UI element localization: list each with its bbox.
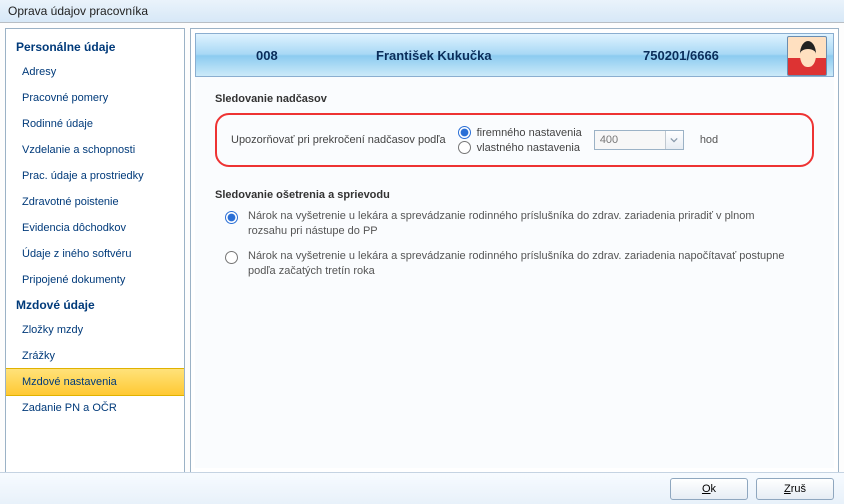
ok-button[interactable]: Ok [670,478,748,500]
care-radio-thirds-label: Nárok na vyšetrenie u lekára a sprevádza… [248,249,785,279]
sidebar-item[interactable]: Údaje z iného softvéru [6,241,184,267]
avatar [787,36,827,76]
overtime-hours-input[interactable] [595,131,665,149]
ok-button-rest: k [711,483,717,495]
cancel-button-mnemonic: Z [784,483,791,495]
cancel-button-rest: ruš [791,483,806,495]
sidebar-item[interactable]: Prac. údaje a prostriedky [6,163,184,189]
overtime-radio-company[interactable]: firemného nastavenia [458,126,582,139]
employee-code: 008 [256,48,336,63]
overtime-radio-custom-input[interactable] [458,141,471,154]
cancel-button[interactable]: Zruš [756,478,834,500]
sidebar-header-personal: Personálne údaje [6,35,184,59]
overtime-radio-custom-label: vlastného nastavenia [477,142,580,154]
sidebar-item[interactable]: Zdravotné poistenie [6,189,184,215]
overtime-hours-combo[interactable] [594,130,684,150]
sidebar: Personálne údaje AdresyPracovné pomeryRo… [5,28,185,473]
overtime-highlight-frame: Upozorňovať pri prekročení nadčasov podľ… [215,113,814,167]
overtime-label: Upozorňovať pri prekročení nadčasov podľ… [231,134,446,146]
group-overtime-title: Sledovanie nadčasov [215,93,814,105]
group-care-title: Sledovanie ošetrenia a sprievodu [215,189,814,201]
care-radio-thirds-input[interactable] [225,251,238,264]
sidebar-item[interactable]: Pracovné pomery [6,85,184,111]
ok-button-mnemonic: O [702,483,711,495]
sidebar-item[interactable]: Zrážky [6,343,184,369]
chevron-down-icon[interactable] [665,131,683,149]
overtime-radio-company-label: firemného nastavenia [477,127,582,139]
sidebar-item[interactable]: Rodinné údaje [6,111,184,137]
overtime-radio-custom[interactable]: vlastného nastavenia [458,141,582,154]
sidebar-item[interactable]: Vzdelanie a schopnosti [6,137,184,163]
footer-bar: Ok Zruš [0,472,844,504]
sidebar-item[interactable]: Pripojené dokumenty [6,267,184,293]
content-panel: 008 František Kukučka 750201/6666 Sledov… [190,28,839,473]
care-radio-thirds[interactable]: Nárok na vyšetrenie u lekára a sprevádza… [225,249,785,279]
overtime-unit: hod [700,134,718,146]
sidebar-item[interactable]: Evidencia dôchodkov [6,215,184,241]
sidebar-item[interactable]: Mzdové nastavenia [6,368,184,396]
sidebar-item[interactable]: Zložky mzdy [6,317,184,343]
sidebar-header-wage: Mzdové údaje [6,293,184,317]
employee-name: František Kukučka [336,48,643,63]
overtime-radio-company-input[interactable] [458,126,471,139]
care-radio-full-input[interactable] [225,211,238,224]
employee-header: 008 František Kukučka 750201/6666 [195,33,834,77]
window-title: Oprava údajov pracovníka [0,0,844,23]
care-radio-full[interactable]: Nárok na vyšetrenie u lekára a sprevádza… [225,209,785,239]
sidebar-item[interactable]: Zadanie PN a OČR [6,395,184,421]
sidebar-item[interactable]: Adresy [6,59,184,85]
care-radio-full-label: Nárok na vyšetrenie u lekára a sprevádza… [248,209,785,239]
